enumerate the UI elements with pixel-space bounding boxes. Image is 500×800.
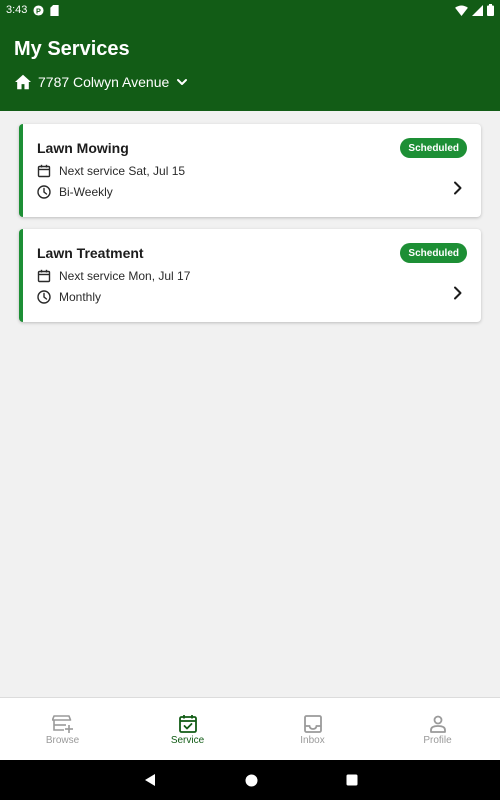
status-badge: Scheduled	[400, 243, 467, 263]
frequency-text: Monthly	[59, 290, 102, 304]
chevron-right-icon[interactable]	[453, 286, 463, 300]
store-icon	[51, 715, 73, 733]
svg-text:P: P	[36, 6, 41, 15]
system-nav-bar	[0, 760, 500, 800]
wifi-icon	[455, 4, 468, 16]
nav-item-browse[interactable]: Browse	[0, 698, 125, 760]
frequency-text: Bi-Weekly	[59, 185, 113, 199]
calendar-icon	[37, 269, 51, 283]
next-service-text: Next service Sat, Jul 15	[59, 164, 186, 178]
status-bar: 3:43 P	[0, 0, 500, 20]
nav-item-service[interactable]: Service	[125, 698, 250, 760]
nav-label: Browse	[45, 735, 80, 746]
app-notification-icon: P	[33, 4, 44, 16]
bottom-nav: Browse Service Inbox Profile	[0, 697, 500, 760]
address-label: 7787 Colwyn Avenue	[38, 74, 170, 90]
next-service-row: Next service Mon, Jul 17	[37, 269, 190, 283]
status-time: 3:43	[6, 4, 28, 16]
nav-item-inbox[interactable]: Inbox	[250, 698, 375, 760]
calendar-check-icon	[178, 715, 197, 733]
battery-icon	[487, 4, 494, 16]
recents-square-icon	[346, 774, 357, 786]
sd-card-icon	[50, 4, 60, 16]
next-service-row: Next service Sat, Jul 15	[37, 164, 185, 178]
person-icon	[429, 715, 446, 733]
clock-icon	[37, 290, 51, 304]
page-title: My Services	[14, 38, 130, 60]
back-triangle-icon	[144, 774, 155, 786]
status-left: 3:43 P	[6, 4, 60, 16]
recents-button[interactable]	[346, 774, 358, 786]
back-button[interactable]	[143, 773, 157, 787]
next-service-text: Next service Mon, Jul 17	[59, 269, 191, 283]
chevron-right-icon[interactable]	[453, 181, 463, 195]
app-header: My Services 7787 Colwyn Avenue	[0, 20, 500, 111]
status-right	[455, 4, 494, 16]
inbox-icon	[303, 715, 322, 733]
home-circle-icon	[245, 774, 257, 786]
service-name: Lawn Mowing	[37, 140, 129, 156]
calendar-icon	[37, 164, 51, 178]
service-name: Lawn Treatment	[37, 245, 144, 261]
nav-label: Profile	[423, 735, 452, 746]
chevron-down-icon	[177, 79, 188, 85]
status-badge: Scheduled	[400, 138, 467, 158]
signal-icon	[472, 4, 483, 16]
nav-label: Inbox	[300, 735, 325, 746]
home-icon	[15, 74, 31, 90]
service-card-lawn-mowing[interactable]: Lawn Mowing Scheduled Next service Sat, …	[19, 124, 481, 217]
address-selector[interactable]: 7787 Colwyn Avenue	[14, 74, 189, 90]
service-card-lawn-treatment[interactable]: Lawn Treatment Scheduled Next service Mo…	[19, 229, 481, 322]
nav-item-profile[interactable]: Profile	[375, 698, 500, 760]
home-button[interactable]	[245, 774, 258, 787]
nav-label: Service	[170, 735, 205, 746]
clock-icon	[37, 185, 51, 199]
frequency-row: Monthly	[37, 290, 101, 304]
frequency-row: Bi-Weekly	[37, 185, 113, 199]
